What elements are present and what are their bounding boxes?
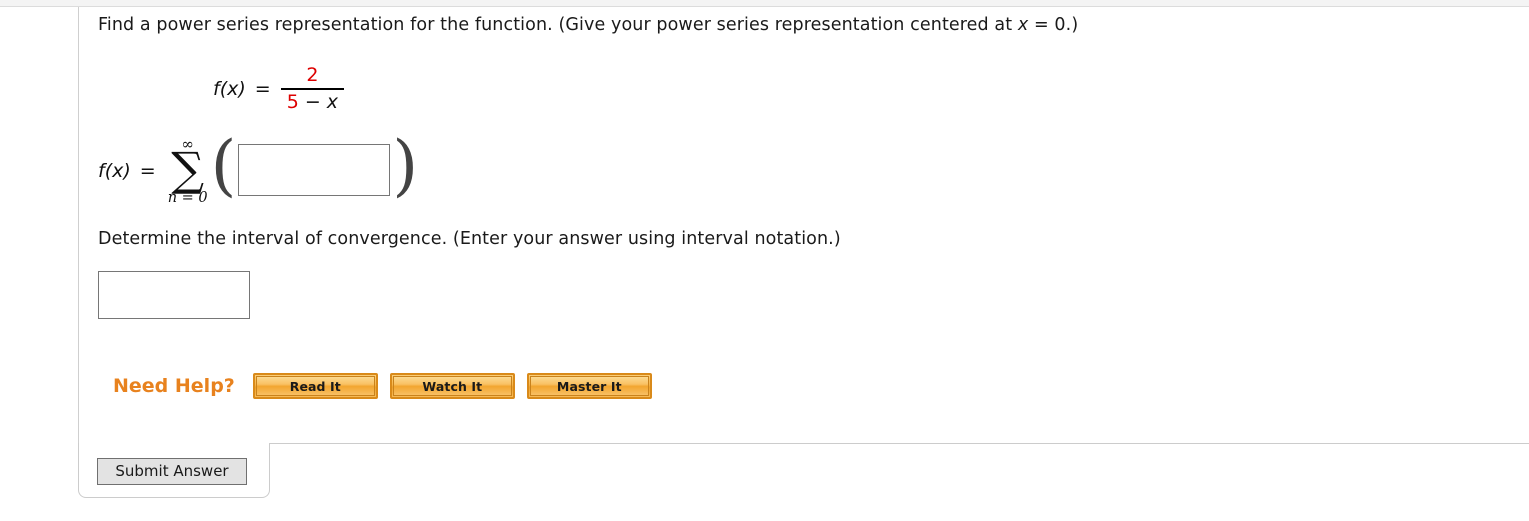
function-label-fx: f(x) <box>213 77 246 100</box>
sigma-icon: ∑ <box>171 141 205 196</box>
need-help-row: Need Help? Read It Watch It Master It <box>113 373 664 399</box>
summation-lower-limit: n = 0 <box>167 189 208 206</box>
watch-it-label: Watch It <box>422 378 483 394</box>
denominator-number: 5 <box>286 90 299 113</box>
fraction: 2 5 − x <box>280 64 345 112</box>
denominator-minus: − <box>304 90 321 113</box>
read-it-button[interactable]: Read It <box>252 373 378 399</box>
read-it-button-inner: Read It <box>255 376 375 396</box>
read-it-label: Read It <box>289 378 341 394</box>
submit-answer-button[interactable]: Submit Answer <box>97 458 247 485</box>
panel-left-border <box>78 7 79 444</box>
prompt-text-part-2: = 0.) <box>1028 15 1079 35</box>
fraction-numerator: 2 <box>306 64 319 86</box>
panel-horizontal-divider <box>269 443 1529 444</box>
series-equals-sign: = <box>139 160 156 182</box>
paren-right: ) <box>392 127 419 205</box>
function-equals-sign: = <box>254 77 271 100</box>
interval-answer-input[interactable] <box>98 271 250 319</box>
denominator-variable: x <box>326 90 339 113</box>
master-it-button-inner: Master It <box>529 376 649 396</box>
paren-left: ( <box>210 127 237 205</box>
question-prompt-power-series: Find a power series representation for t… <box>98 15 1078 35</box>
summation-symbol: ∞ ∑ n = 0 <box>167 136 208 206</box>
series-label-fx: f(x) <box>98 160 131 182</box>
question-prompt-interval: Determine the interval of convergence. (… <box>98 229 841 249</box>
master-it-button[interactable]: Master It <box>526 373 652 399</box>
watch-it-button-inner: Watch It <box>392 376 512 396</box>
series-answer-row: f(x) = ∞ ∑ n = 0 ( ) <box>98 132 418 210</box>
function-definition: f(x) = 2 5 − x <box>213 64 345 112</box>
watch-it-button[interactable]: Watch It <box>389 373 515 399</box>
master-it-label: Master It <box>556 378 622 394</box>
series-answer-input[interactable] <box>238 144 391 196</box>
top-strip <box>0 0 1529 7</box>
fraction-denominator: 5 − x <box>281 90 344 112</box>
need-help-label: Need Help? <box>113 375 235 397</box>
prompt-text-part-1: Find a power series representation for t… <box>98 15 1018 35</box>
prompt-variable-x: x <box>1017 15 1029 35</box>
